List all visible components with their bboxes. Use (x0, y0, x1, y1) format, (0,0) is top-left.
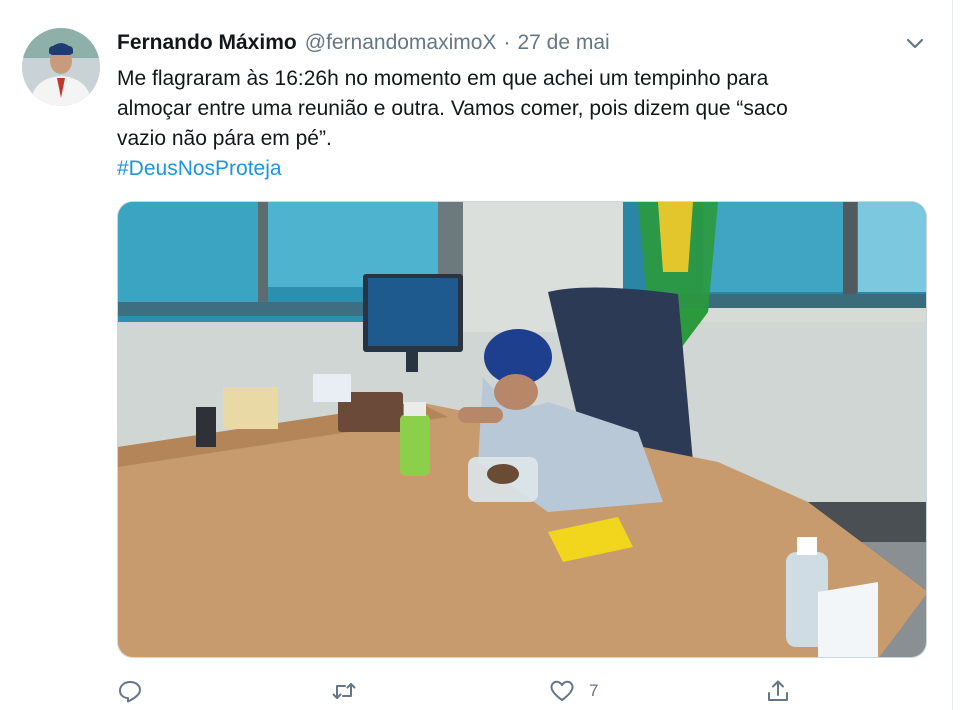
tweet-text-line: almoçar entre uma reunião e outra. Vamos… (117, 97, 788, 120)
retweet-button[interactable] (331, 676, 357, 706)
chevron-down-icon[interactable] (904, 34, 926, 54)
tweet-actions: 7 (117, 676, 807, 706)
tweet-text-line: Me flagraram às 16:26h no momento em que… (117, 67, 769, 90)
tweet-date[interactable]: 27 de mai (517, 31, 609, 55)
avatar[interactable] (22, 28, 100, 106)
reply-button[interactable] (117, 676, 143, 706)
hashtag-link[interactable]: #DeusNosProteja (117, 157, 282, 180)
tweet-card[interactable]: Fernando Máximo @fernandomaximoX · 27 de… (0, 0, 953, 710)
share-icon (768, 680, 788, 701)
tweet-photo[interactable] (117, 201, 927, 658)
author-name[interactable]: Fernando Máximo (117, 31, 297, 55)
author-handle[interactable]: @fernandomaximoX (305, 31, 497, 55)
tweet-text-line: vazio não pára em pé”. (117, 127, 332, 150)
office-photo (118, 202, 926, 657)
separator-dot: · (503, 31, 511, 54)
share-button[interactable] (765, 676, 791, 706)
retweet-icon (332, 683, 356, 699)
reply-icon (119, 681, 141, 703)
like-icon (550, 680, 574, 701)
like-count: 7 (589, 681, 599, 700)
avatar-image (22, 28, 100, 106)
tweet-header: Fernando Máximo @fernandomaximoX · 27 de… (117, 31, 610, 59)
tweet-text: Me flagraram às 16:26h no momento em que… (117, 64, 917, 184)
like-button[interactable]: 7 (549, 676, 598, 706)
